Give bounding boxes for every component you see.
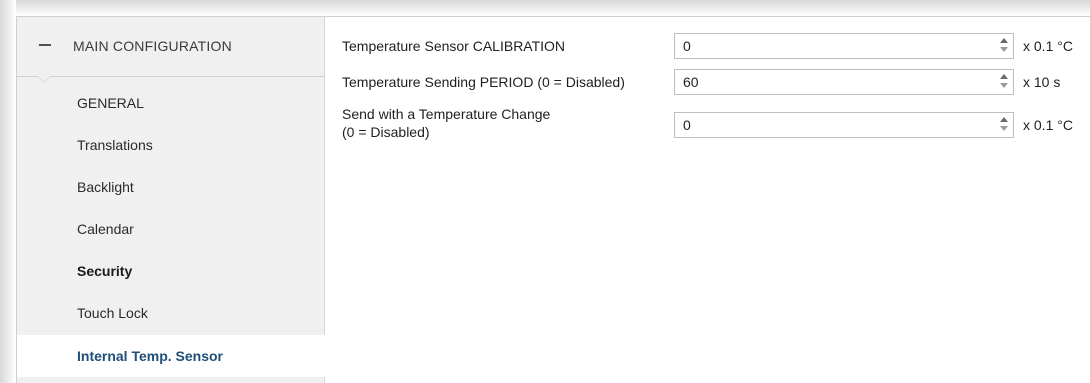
sidebar-item-touch-lock[interactable]: Touch Lock (17, 292, 325, 334)
arrow-up-icon[interactable] (1000, 74, 1008, 79)
collapse-icon[interactable] (39, 44, 51, 46)
unit-label: x 0.1 °C (1023, 117, 1073, 133)
sidebar-item-security[interactable]: Security (17, 250, 325, 292)
spinbox-arrows[interactable] (999, 73, 1009, 91)
spinbox-arrows[interactable] (999, 116, 1009, 134)
spinbox-arrows[interactable] (999, 37, 1009, 55)
arrow-down-icon[interactable] (1000, 47, 1008, 52)
setting-row-calibration: Temperature Sensor CALIBRATION 0 x 0.1 °… (326, 31, 1090, 61)
main-configuration-header[interactable]: MAIN CONFIGURATION (17, 17, 325, 77)
setting-label-secondary: (0 = Disabled) (342, 124, 430, 140)
frame-shadow (0, 0, 1090, 16)
sending-period-spinbox[interactable]: 60 (674, 69, 1014, 95)
sidebar-item-label: Security (77, 263, 133, 279)
arrow-up-icon[interactable] (1000, 38, 1008, 43)
spinbox-value: 60 (683, 74, 699, 90)
calibration-spinbox[interactable]: 0 (674, 33, 1014, 59)
sidebar-item-translations[interactable]: Translations (17, 124, 325, 166)
setting-label: Temperature Sending PERIOD (0 = Disabled… (342, 74, 625, 90)
setting-label: Temperature Sensor CALIBRATION (342, 38, 566, 54)
frame-shadow (0, 0, 16, 383)
sidebar-item-label: Calendar (77, 221, 134, 237)
arrow-down-icon[interactable] (1000, 83, 1008, 88)
temperature-change-spinbox[interactable]: 0 (674, 112, 1014, 138)
sidebar-item-general[interactable]: GENERAL (17, 82, 325, 124)
sidebar-item-label: Touch Lock (77, 305, 148, 321)
sidebar: MAIN CONFIGURATION GENERAL Translations … (17, 17, 326, 383)
sidebar-item-label: Translations (77, 137, 153, 153)
setting-label: Send with a Temperature Change (342, 106, 551, 122)
setting-row-sending-period: Temperature Sending PERIOD (0 = Disabled… (326, 67, 1090, 97)
spinbox-value: 0 (683, 38, 691, 54)
settings-panel: Temperature Sensor CALIBRATION 0 x 0.1 °… (326, 17, 1090, 383)
sidebar-item-label: Internal Temp. Sensor (77, 348, 223, 364)
main-configuration-label: MAIN CONFIGURATION (73, 38, 232, 54)
configuration-window: MAIN CONFIGURATION GENERAL Translations … (16, 16, 1090, 383)
sidebar-item-calendar[interactable]: Calendar (17, 208, 325, 250)
sidebar-item-backlight[interactable]: Backlight (17, 166, 325, 208)
spinbox-value: 0 (683, 117, 691, 133)
arrow-down-icon[interactable] (1000, 126, 1008, 131)
sidebar-item-internal-temp-sensor[interactable]: Internal Temp. Sensor (17, 335, 326, 377)
sidebar-item-label: GENERAL (77, 95, 144, 111)
unit-label: x 10 s (1023, 74, 1061, 90)
header-divider (17, 76, 325, 77)
arrow-up-icon[interactable] (1000, 117, 1008, 122)
unit-label: x 0.1 °C (1023, 38, 1073, 54)
setting-row-temperature-change: Send with a Temperature Change (0 = Disa… (326, 103, 1090, 147)
sidebar-item-label: Backlight (77, 179, 134, 195)
